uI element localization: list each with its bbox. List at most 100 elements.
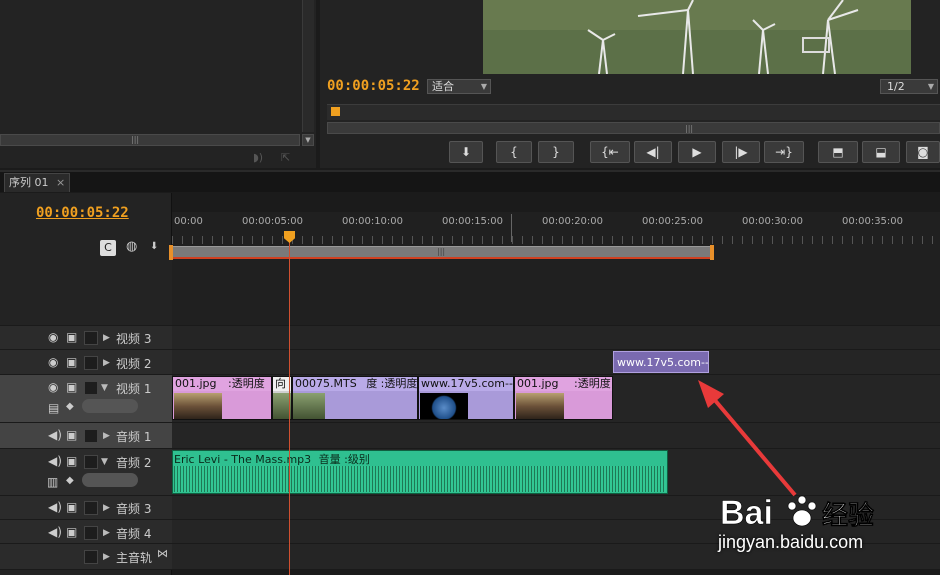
expand-icon[interactable]: ▶ [103, 431, 110, 441]
eye-icon[interactable]: ◉ [48, 380, 58, 394]
eye-icon[interactable]: ◉ [48, 330, 58, 344]
lock-toggle[interactable] [84, 381, 98, 395]
clip-effect: 度 :透明度 [366, 377, 418, 390]
tab-label: 序列 [9, 176, 31, 189]
svg-text:经验: 经验 [822, 500, 874, 531]
ruler-label: 00:00:15:00 [442, 216, 504, 227]
scroll-down-icon[interactable]: ▼ [302, 134, 314, 146]
keyframe-icon[interactable]: ◆ [66, 475, 74, 486]
film-icon[interactable]: ▣ [66, 454, 77, 468]
extract-button[interactable]: ⬓ [862, 141, 900, 163]
lock-toggle[interactable] [84, 455, 98, 469]
clip-name: www.17v5.com-- [617, 356, 709, 369]
audio-output-icon[interactable]: ◗) [253, 151, 263, 164]
clip-thumbnail [420, 393, 468, 419]
video-clip[interactable]: 001.jpg :透明度 [514, 376, 613, 420]
video-clip[interactable]: 00075.MTS 度 :透明度 [292, 376, 418, 420]
film-icon[interactable]: ▣ [66, 330, 77, 344]
play-button[interactable]: ▶ [678, 141, 716, 163]
collapse-icon[interactable]: ▼ [101, 383, 108, 393]
work-area-end-handle[interactable] [710, 245, 714, 260]
track-video3[interactable] [172, 326, 940, 350]
svg-text:Bai: Bai [720, 494, 773, 532]
scroll-grip-icon: ||| [685, 124, 694, 133]
eye-icon[interactable]: ◉ [48, 355, 58, 369]
lock-toggle[interactable] [84, 331, 98, 345]
track-video2[interactable] [172, 350, 940, 375]
add-marker-button[interactable]: ⬇ [449, 141, 483, 163]
program-zoom-scrollbar[interactable]: ||| [327, 122, 940, 134]
expand-icon[interactable]: ▶ [103, 503, 110, 513]
step-forward-button[interactable]: |▶ [722, 141, 760, 163]
export-frame-icon[interactable]: ⇱ [281, 151, 290, 164]
collapse-icon[interactable]: ▼ [101, 457, 108, 467]
sync-icon[interactable]: ◍ [126, 239, 137, 254]
camera-icon[interactable]: ◙ [906, 141, 940, 163]
scroll-grip-icon: ||| [437, 247, 446, 256]
program-time-ruler[interactable] [327, 104, 940, 120]
video-clip[interactable]: www.17v5.com-- [418, 376, 514, 420]
lock-toggle[interactable] [84, 429, 98, 443]
empty-track-space [172, 260, 940, 326]
ruler-label: 00:00:30:00 [742, 216, 804, 227]
track-label: 视频 3 [116, 332, 152, 346]
clip-name: www.17v5.com-- [421, 377, 513, 390]
lock-toggle[interactable] [84, 356, 98, 370]
work-area-start-handle[interactable] [169, 245, 173, 260]
playback-resolution-dropdown[interactable]: 1/2 ▼ [880, 79, 938, 94]
close-icon[interactable]: × [56, 176, 65, 189]
speaker-icon[interactable]: ◀) [48, 454, 62, 468]
track-audio1[interactable] [172, 423, 940, 449]
track-label: 音频 4 [116, 527, 152, 541]
keyframe-navigator[interactable] [82, 399, 138, 413]
keyframe-navigator[interactable] [82, 473, 138, 487]
snap-icon[interactable]: C [100, 240, 116, 256]
clip-effect: :透明度 [228, 377, 265, 390]
film-icon[interactable]: ▣ [66, 355, 77, 369]
go-to-out-button[interactable]: ⇥} [764, 141, 804, 163]
ruler-label: 00:00:35:00 [842, 216, 904, 227]
sequence-tab-bar [0, 170, 940, 192]
source-horizontal-scrollbar[interactable]: ||| [0, 134, 300, 146]
lock-toggle[interactable] [84, 501, 98, 515]
lift-button[interactable]: ⬒ [818, 141, 858, 163]
lock-toggle[interactable] [84, 526, 98, 540]
speaker-icon[interactable]: ◀) [48, 500, 62, 514]
step-back-button[interactable]: ◀| [634, 141, 672, 163]
keyframe-icon[interactable]: ◆ [66, 401, 74, 412]
clip-effect: 音量 :级别 [318, 453, 370, 466]
film-icon[interactable]: ▣ [66, 500, 77, 514]
expand-icon[interactable]: ▶ [103, 528, 110, 538]
scroll-grip-icon: ||| [131, 135, 140, 144]
mark-out-button[interactable]: } [538, 141, 574, 163]
tab-sequence-01[interactable]: 序列 01 × [4, 173, 70, 192]
annotation-arrow-icon [698, 380, 797, 497]
bowtie-icon[interactable]: ⋈ [157, 547, 168, 560]
chevron-down-icon: ▼ [480, 82, 487, 91]
lock-toggle[interactable] [84, 550, 98, 564]
display-style-icon[interactable]: ▤ [48, 401, 59, 415]
film-icon[interactable]: ▣ [66, 428, 77, 442]
clip-header: 001.jpg :透明度 [515, 377, 612, 391]
expand-icon[interactable]: ▶ [103, 333, 110, 343]
expand-icon[interactable]: ▶ [103, 552, 110, 562]
program-timecode[interactable]: 00:00:05:22 [327, 78, 420, 94]
go-to-in-button[interactable]: {⇤ [590, 141, 630, 163]
ruler-label: 00:00:05:00 [242, 216, 304, 227]
waveform-icon[interactable]: ▥ [47, 475, 58, 489]
sequence-timecode[interactable]: 00:00:05:22 [36, 205, 129, 221]
film-icon[interactable]: ▣ [66, 380, 77, 394]
clip-name: Eric Levi - The Mass.mp3 [174, 453, 312, 466]
speaker-icon[interactable]: ◀) [48, 525, 62, 539]
source-vertical-scrollbar[interactable] [302, 0, 314, 132]
video-clip[interactable]: 001.jpg :透明度 [172, 376, 272, 420]
speaker-icon[interactable]: ◀) [48, 428, 62, 442]
expand-icon[interactable]: ▶ [103, 358, 110, 368]
zoom-fit-dropdown[interactable]: 适合 ▼ [427, 79, 491, 94]
clip-thumbnail [516, 393, 564, 419]
clip-header: www.17v5.com-- [419, 377, 513, 391]
program-playhead[interactable] [331, 107, 340, 116]
marker-icon[interactable]: ⬇ [150, 241, 158, 252]
mark-in-button[interactable]: { [496, 141, 532, 163]
film-icon[interactable]: ▣ [66, 525, 77, 539]
